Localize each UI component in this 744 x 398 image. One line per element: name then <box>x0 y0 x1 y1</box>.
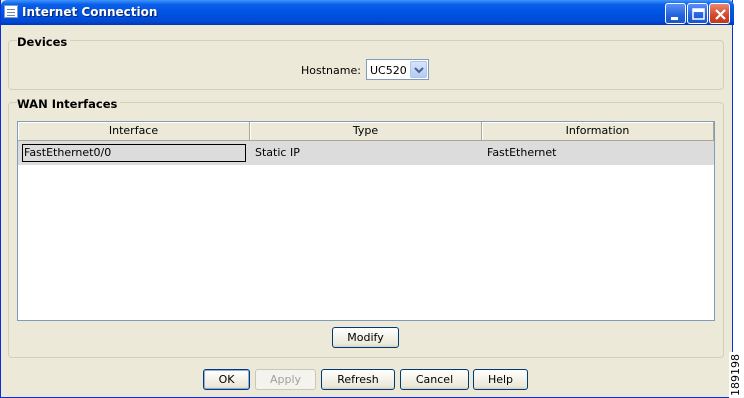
help-button[interactable]: Help <box>473 369 528 390</box>
close-button[interactable] <box>709 3 730 24</box>
minimize-icon <box>671 17 678 20</box>
refresh-button[interactable]: Refresh <box>321 369 395 390</box>
hostname-select[interactable]: UC520 <box>366 59 429 80</box>
column-header-interface[interactable]: Interface <box>18 122 250 141</box>
ok-button[interactable]: OK <box>203 369 250 390</box>
figure-id-label: 189198 <box>729 352 742 398</box>
apply-button[interactable]: Apply <box>255 369 316 390</box>
cell-information: FastEthernet <box>487 146 557 159</box>
table-row[interactable]: FastEthernet0/0 Static IP FastEthernet <box>18 141 714 165</box>
chevron-down-icon <box>414 67 424 74</box>
title-bar[interactable]: Internet Connection <box>1 0 734 25</box>
cancel-button[interactable]: Cancel <box>400 369 469 390</box>
maximize-icon <box>692 8 705 20</box>
window-title: Internet Connection <box>22 5 158 19</box>
cell-type: Static IP <box>255 146 300 159</box>
column-header-type[interactable]: Type <box>250 122 482 141</box>
table-header: Interface Type Information <box>18 122 714 141</box>
close-icon <box>715 9 726 20</box>
cell-interface: FastEthernet0/0 <box>22 144 246 162</box>
hostname-label: Hostname: <box>301 64 361 77</box>
hostname-dropdown-button[interactable] <box>410 61 427 78</box>
column-header-information[interactable]: Information <box>482 122 714 141</box>
minimize-button[interactable] <box>665 3 686 24</box>
devices-group-label: Devices <box>17 35 71 49</box>
maximize-button[interactable] <box>687 3 708 24</box>
hostname-select-value: UC520 <box>370 64 407 77</box>
internet-connection-dialog: Internet Connection Devices Hostname: UC… <box>0 0 734 398</box>
wan-interfaces-group-label: WAN Interfaces <box>17 97 121 111</box>
wan-interfaces-table: Interface Type Information FastEthernet0… <box>17 121 715 321</box>
modify-button[interactable]: Modify <box>332 327 399 348</box>
window-icon <box>4 5 18 18</box>
